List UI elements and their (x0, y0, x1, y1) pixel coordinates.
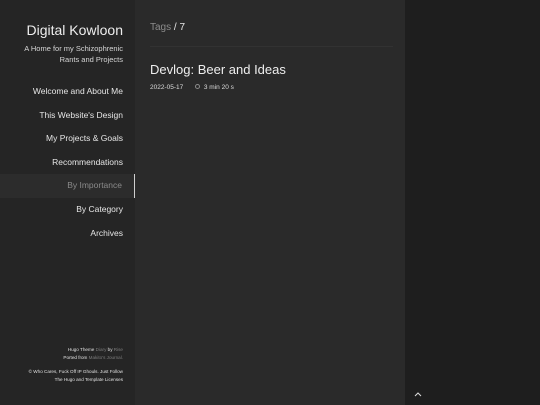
footer-theme-line: Hugo Theme Diary by Rise (1, 346, 123, 354)
nav-item-website-design[interactable]: This Website's Design (0, 104, 135, 128)
footer-ported-prefix: Ported from (63, 354, 88, 360)
page-header: Tags / 7 (150, 22, 185, 33)
chevron-up-icon (414, 392, 422, 397)
footer-theme-by: by (107, 347, 113, 352)
post-reading-time: 3 min 20 s (203, 84, 234, 91)
nav-item-by-category[interactable]: By Category (0, 198, 135, 222)
site-subtitle: A Home for my Schizophrenic Rants and Pr… (24, 44, 123, 64)
nav-item-by-importance[interactable]: By Importance (0, 174, 135, 198)
header-separator: / (173, 22, 177, 33)
main-content: Tags / 7 Devlog: Beer and Ideas 2022-05-… (135, 0, 405, 405)
header-prefix: Tags (150, 22, 172, 33)
footer-license-line-1: © Who Cares, Fuck Off IP Ghouls. Just Fo… (28, 369, 123, 375)
site-title[interactable]: Digital Kowloon (27, 22, 124, 38)
post-meta: 2022-05-17 3 min 20 s (150, 84, 234, 91)
back-to-top-button[interactable] (412, 388, 424, 400)
sidebar: Digital Kowloon A Home for my Schizophre… (0, 0, 135, 405)
nav-item-projects-goals[interactable]: My Projects & Goals (0, 127, 135, 151)
post-title[interactable]: Devlog: Beer and Ideas (150, 62, 286, 77)
right-gutter (405, 0, 540, 405)
clock-icon (195, 84, 201, 90)
footer-ported-line: Ported from Makito's Journal. (1, 354, 123, 362)
post-date: 2022-05-17 (150, 84, 184, 91)
header-count: 7 (179, 22, 186, 33)
footer-theme-prefix: Hugo Theme (67, 347, 95, 352)
footer-theme-link[interactable]: Diary (96, 347, 107, 352)
footer-spacer (1, 361, 123, 368)
nav-item-recommendations[interactable]: Recommendations (0, 151, 135, 175)
nav-item-archives[interactable]: Archives (0, 222, 135, 246)
footer-ported-link[interactable]: Makito's Journal. (89, 355, 123, 360)
footer-author-link[interactable]: Rise (114, 347, 123, 352)
page: Digital Kowloon A Home for my Schizophre… (0, 0, 540, 405)
header-divider (150, 46, 393, 47)
sidebar-nav: Welcome and About Me This Website's Desi… (0, 80, 135, 245)
footer-license-line-2: The Hugo and Template Licenses (54, 376, 123, 382)
nav-item-welcome[interactable]: Welcome and About Me (0, 80, 135, 104)
sidebar-footer: Hugo Theme Diary by Rise Ported from Mak… (1, 346, 123, 383)
